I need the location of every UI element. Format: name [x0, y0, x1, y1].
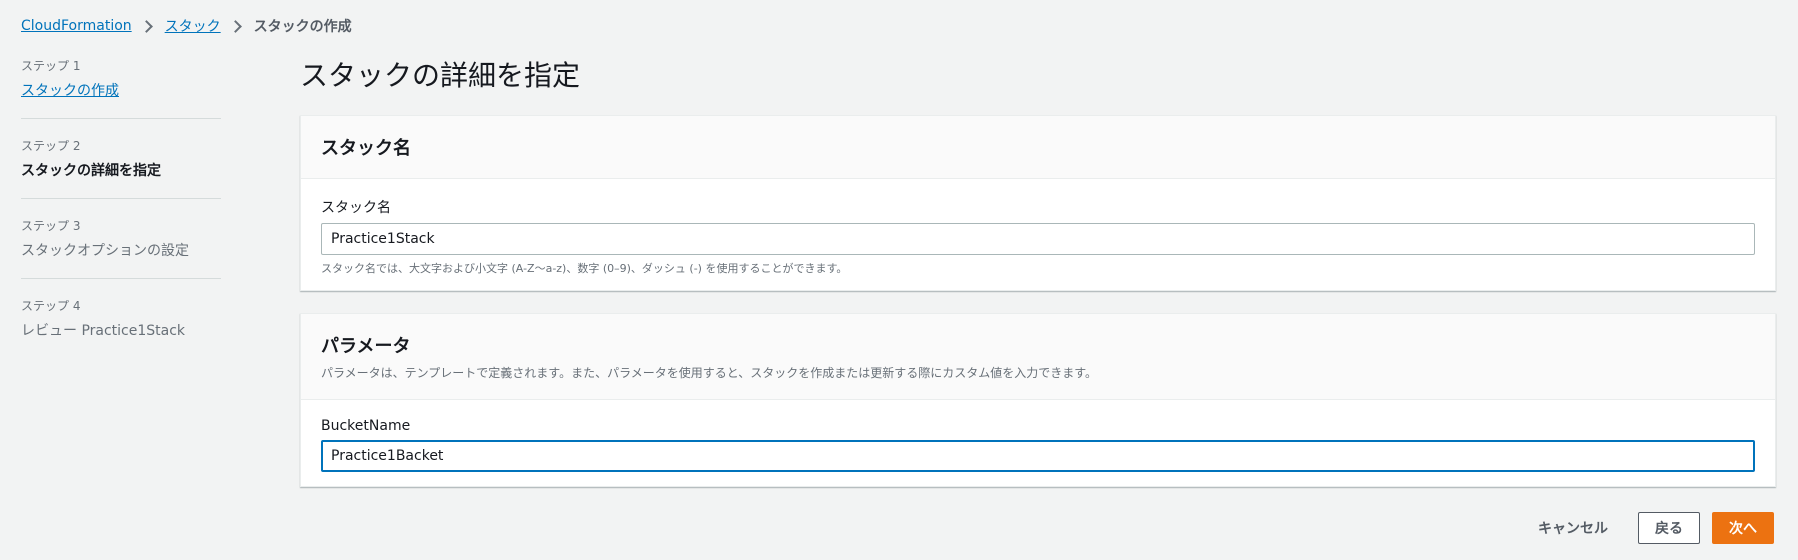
step-4-title: レビュー Practice1Stack [21, 323, 186, 339]
panel-body: BucketName [301, 400, 1775, 486]
wizard-step-2: ステップ 2 スタックの詳細を指定 [21, 137, 221, 199]
stack-name-label: スタック名 [321, 200, 391, 216]
panel-title: スタック名 [321, 138, 411, 159]
breadcrumb-cloudformation-link[interactable]: CloudFormation [21, 18, 132, 34]
chevron-right-icon [228, 19, 242, 33]
panel-header: スタック名 [301, 116, 1775, 179]
step-1-link[interactable]: スタックの作成 [21, 83, 119, 99]
wizard-steps: ステップ 1 スタックの作成 ステップ 2 スタックの詳細を指定 ステップ 3 … [21, 57, 221, 376]
wizard-step-4: ステップ 4 レビュー Practice1Stack [21, 297, 221, 358]
step-number: ステップ 4 [21, 299, 81, 313]
wizard-actions: キャンセル 戻る 次へ [1520, 512, 1774, 544]
cancel-button[interactable]: キャンセル [1520, 518, 1626, 538]
step-number: ステップ 2 [21, 139, 81, 153]
page-title: スタックの詳細を指定 [300, 59, 581, 92]
breadcrumb: CloudFormation スタック スタックの作成 [21, 16, 352, 36]
stack-name-hint: スタック名では、大文字および小文字 (A-Z〜a-z)、数字 (0–9)、ダッシ… [321, 262, 848, 275]
stack-name-panel: スタック名 スタック名 スタック名では、大文字および小文字 (A-Z〜a-z)、… [300, 115, 1776, 291]
breadcrumb-stacks-link[interactable]: スタック [165, 16, 221, 36]
step-3-title: スタックオプションの設定 [21, 243, 189, 259]
breadcrumb-current: スタックの作成 [253, 19, 352, 35]
step-2-title: スタックの詳細を指定 [21, 163, 161, 179]
wizard-step-1: ステップ 1 スタックの作成 [21, 57, 221, 119]
parameters-panel: パラメータ パラメータは、テンプレートで定義されます。また、パラメータを使用する… [300, 313, 1776, 487]
bucket-name-input[interactable] [321, 440, 1755, 472]
panel-title: パラメータ [321, 336, 411, 357]
bucket-name-label: BucketName [321, 418, 411, 434]
panel-body: スタック名 スタック名では、大文字および小文字 (A-Z〜a-z)、数字 (0–… [301, 179, 1775, 290]
panel-header: パラメータ パラメータは、テンプレートで定義されます。また、パラメータを使用する… [301, 314, 1775, 400]
parameters-description: パラメータは、テンプレートで定義されます。また、パラメータを使用すると、スタック… [321, 366, 1098, 380]
step-number: ステップ 3 [21, 219, 81, 233]
back-button[interactable]: 戻る [1638, 512, 1700, 544]
next-button[interactable]: 次へ [1712, 512, 1774, 544]
chevron-right-icon [139, 19, 153, 33]
step-number: ステップ 1 [21, 59, 81, 73]
stack-name-input[interactable] [321, 223, 1755, 255]
wizard-step-3: ステップ 3 スタックオプションの設定 [21, 217, 221, 279]
